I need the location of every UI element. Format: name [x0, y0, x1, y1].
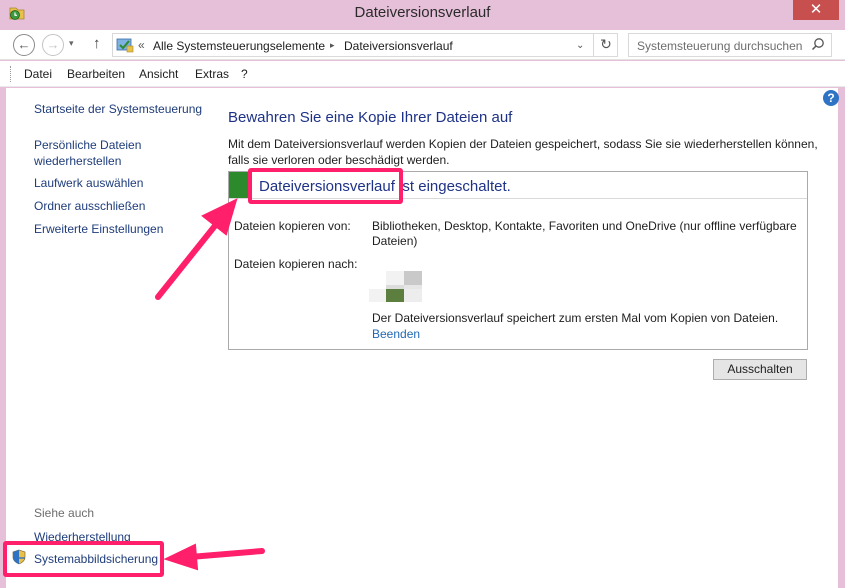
- annotation-arrow-2-line: [187, 548, 265, 560]
- annotation-arrows: [155, 198, 265, 571]
- annotation-arrow-1-line: [155, 219, 221, 300]
- annotation-arrow-1-head: [201, 198, 238, 236]
- annotation-arrow-2-head: [163, 543, 199, 571]
- file-history-window: Dateiversionsverlauf ✕ ← → ▾ ↑ « Alle Sy…: [0, 0, 845, 588]
